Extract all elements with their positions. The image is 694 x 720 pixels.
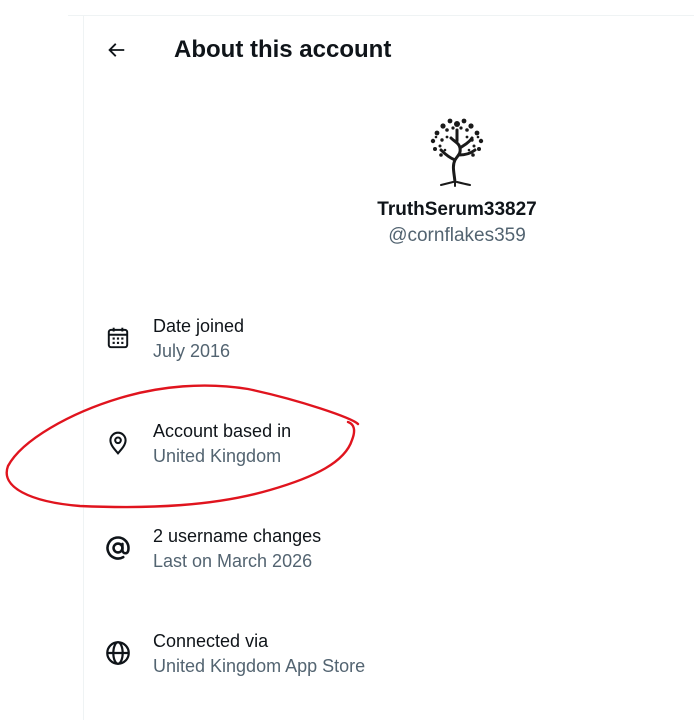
- date-joined-value: July 2016: [153, 341, 231, 361]
- username-changes-label: 2 username changes: [153, 526, 322, 546]
- tree-avatar-icon: [430, 118, 484, 187]
- location-pin-icon: [104, 429, 132, 457]
- username-changes-row: 2 username changes Last on March 2026: [84, 524, 694, 584]
- globe-icon: [104, 639, 132, 667]
- account-location-value: United Kingdom: [153, 446, 282, 466]
- connected-via-row: Connected via United Kingdom App Store: [84, 629, 694, 689]
- arrow-left-icon: [108, 43, 125, 57]
- avatar[interactable]: [417, 110, 497, 190]
- display-name: TruthSerum33827: [377, 199, 537, 220]
- account-location-row: Account based in United Kingdom: [84, 419, 694, 479]
- date-joined-row: Date joined July 2016: [84, 314, 694, 374]
- date-joined-label: Date joined: [153, 316, 245, 336]
- account-location-label: Account based in: [153, 421, 292, 441]
- at-sign-icon: [104, 534, 132, 562]
- username-handle: @cornflakes359: [388, 225, 526, 246]
- page-title: About this account: [174, 36, 392, 63]
- calendar-icon: [104, 324, 132, 352]
- page-header: About this account: [84, 20, 694, 80]
- connected-via-value: United Kingdom App Store: [153, 656, 366, 676]
- back-button[interactable]: [98, 32, 134, 68]
- connected-via-label: Connected via: [153, 631, 269, 651]
- top-divider: [68, 15, 694, 16]
- username-changes-value: Last on March 2026: [153, 551, 313, 571]
